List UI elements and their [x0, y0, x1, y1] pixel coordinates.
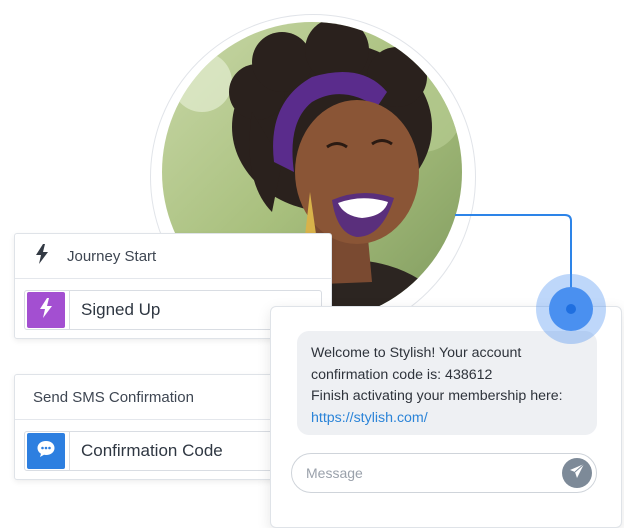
journey-start-title: Journey Start — [67, 247, 157, 265]
bolt-icon — [35, 243, 49, 269]
chat-bubble-icon — [36, 439, 56, 464]
send-sms-title: Send SMS Confirmation — [33, 388, 194, 406]
sms-line: Welcome to Stylish! Your account — [311, 345, 522, 361]
message-input[interactable]: Message — [291, 453, 597, 493]
row-divider — [69, 291, 70, 329]
sms-message-bubble: Welcome to Stylish! Your account confirm… — [297, 331, 597, 435]
row-divider — [69, 432, 70, 470]
pulse-core — [566, 304, 576, 314]
sms-link[interactable]: https://stylish.com/ — [311, 408, 587, 430]
bolt-icon — [39, 297, 53, 323]
sms-line: confirmation code is: 438612 — [311, 366, 493, 383]
send-icon — [569, 463, 585, 484]
message-placeholder: Message — [306, 465, 363, 481]
send-button[interactable] — [562, 458, 592, 488]
sms-line: Finish activating your membership here: — [311, 388, 563, 404]
trigger-icon-box — [27, 292, 65, 328]
trigger-label: Signed Up — [81, 300, 161, 319]
journey-start-header: Journey Start — [15, 234, 331, 279]
message-icon-box — [27, 433, 65, 469]
message-label: Confirmation Code — [81, 441, 223, 460]
